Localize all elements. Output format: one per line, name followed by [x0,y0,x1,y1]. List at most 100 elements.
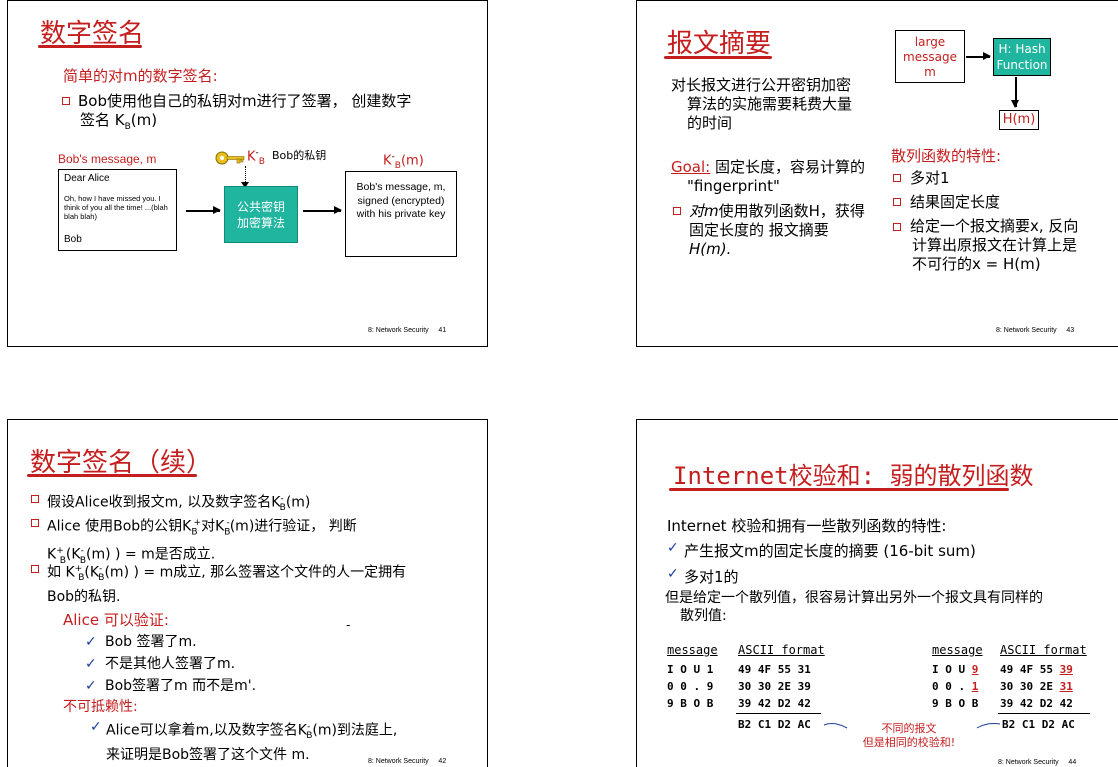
bullet-3-line-1: 如 K+B(K-B(m) ) = m成立, 那么签署这个文件的人一定拥有 [47,564,407,584]
intro: Internet 校验和拥有一些散列函数的特性: [667,517,947,535]
hash-bullet-line-3: H(m). [689,240,732,258]
right-row-1-msg: I O U 9 [932,663,979,676]
bullet-marker [893,223,901,231]
hash-function-label: H: Hash Function [996,42,1048,72]
checkmark-icon: ✓ [667,566,679,582]
property-2: 结果固定长度 [910,193,1001,211]
property-3: 给定一个报文摘要x, 反向 计算出原报文在计算上是 不可行的x = H(m) [910,217,1115,274]
bullet-line-1: Bob使用他自己的私钥对m进行了签署， 创建数字 [78,92,412,110]
hash-bullet-line-1: 对m使用散列函数H，获得 [689,202,865,220]
property-3-line-2: 计算出原报文在计算上是 [912,236,1078,254]
bullet-2-line-1: Alice 使用Bob的公钥KB+对KB-(m)进行验证， 判断 [47,518,357,538]
arrow-to-hash [966,53,991,59]
footer: 8: Network Security 42 [368,758,447,765]
bullet-marker [893,174,901,182]
slide-44: Internet校验和: 弱的散列函数 Internet 校验和拥有一些散列函数… [636,419,1118,767]
stray-dash: - [346,618,351,632]
algorithm-line-2: 加密算法 [236,216,285,230]
bullet-marker [31,519,39,527]
message-label: Bob's message, m [58,152,157,166]
right-row-1-hex: 49 4F 55 39 [1000,663,1073,676]
arrow-to-digest [1012,77,1018,108]
bullet-marker [62,97,70,105]
right-row-3-msg: 9 B O B [932,697,979,710]
algorithm-box: 公共密钥 加密算法 [224,186,298,243]
bullet-marker [31,565,39,573]
letter-box: Dear Alice Oh, how I have missed you. I … [58,169,177,251]
key-label: Bob的私钥 [272,149,327,162]
intro-line-3: 的时间 [687,114,733,132]
bullet-line-2: 签名 KB(m) [80,111,158,132]
bullet-marker [673,207,681,215]
properties-title: 散列函数的特性: [891,147,1002,165]
left-row-2-msg: 0 0 . 9 [667,680,714,693]
left-sum-rule [736,713,821,714]
bullet-3-line-2: Bob的私钥. [47,589,121,606]
checksum-property-1: 产生报文m的固定长度的摘要 (16-bit sum) [684,542,976,560]
footer: 8: Network Security 43 [996,327,1075,334]
left-row-1-hex: 49 4F 55 31 [738,663,811,676]
hash-function-box: H: Hash Function [993,38,1051,76]
bullet-3: 如 K+B(K-B(m) ) = m成立, 那么签署这个文件的人一定拥有 Bob… [47,560,477,607]
checkmark-icon: ✓ [90,719,102,735]
digest-label: H(m) [1002,112,1036,127]
bullet-marker [31,495,39,503]
goal-label: Goal: [671,158,711,176]
title-underline [669,488,1009,491]
right-sum-rule [998,713,1090,714]
intro-line-2: 算法的实施需要耗费大量 [687,95,853,113]
title-underline [38,45,142,48]
sum-note: 不同的报文 但是相同的校验和! [859,722,959,750]
bullet-text: Bob使用他自己的私钥对m进行了签署， 创建数字 签名 KB(m) [78,92,468,137]
result-box: Bob's message, m, signed (encrypted) wit… [345,171,457,257]
letter-body: Oh, how I have missed you. I think of yo… [64,194,168,221]
paragraph-line-2: 散列值: [680,608,727,624]
title-underline [27,474,197,477]
intro-line-1: 对长报文进行公开密钥加密 [671,76,852,94]
nonrepudiation-title: 不可抵赖性: [63,699,138,715]
paragraph-line-1: 但是给定一个散列值，很容易计算出另外一个报文具有同样的 [665,590,1043,606]
left-sum: B2 C1 D2 AC [738,718,811,731]
footer: 8: Network Security 44 [998,759,1077,766]
left-message-header: message [667,643,718,657]
algorithm-line-1: 公共密钥 [236,200,285,214]
intro-paragraph: 对长报文进行公开密钥加密 算法的实施需要耗费大量 的时间 [671,76,871,133]
checkmark-icon: ✓ [85,634,97,650]
hash-bullet-line-2: 固定长度的 报文摘要 [689,221,829,239]
slide-title: 报文摘要 [667,29,772,59]
property-1: 多对1 [910,169,950,187]
right-row-2-hex: 30 30 2E 31 [1000,680,1073,693]
right-ascii-header: ASCII format [1000,643,1087,657]
subtitle: 简单的对m的数字签名: [63,67,218,85]
large-message-label: large message m [903,35,957,79]
property-3-line-1: 给定一个报文摘要x, 反向 [910,217,1079,235]
letter-greeting: Dear Alice [64,173,110,184]
right-message-header: message [932,643,983,657]
left-row-3-hex: 39 42 D2 42 [738,697,811,710]
checkmark-icon: ✓ [85,678,97,694]
paragraph: 但是给定一个散列值，很容易计算出另外一个报文具有同样的 散列值: [665,589,1043,625]
title-underline [664,56,772,59]
nonrepudiation-line-1: Alice可以拿着m,以及数字签名K-B(m)到法庭上, [106,722,398,742]
left-ascii-header: ASCII format [738,643,825,657]
checkmark-icon: ✓ [85,656,97,672]
goal-text: Goal: 固定长度，容易计算的 "fingerprint" [671,158,881,196]
slide-42: 数字签名（续） 假设Alice收到报文m, 以及数字签名K-B(m) Alice… [7,419,488,767]
right-row-2-msg: 0 0 . 1 [932,680,979,693]
right-row-3-hex: 39 42 D2 42 [1000,697,1073,710]
bullet-marker [893,198,901,206]
result-text: Bob's message, m, signed (encrypted) wit… [356,181,446,220]
key-icon [215,150,247,170]
digest-box: H(m) [999,110,1039,130]
arrow-to-result [303,207,342,213]
left-row-1-msg: I O U 1 [667,663,714,676]
large-message-box: large message m [895,30,965,83]
checkmark-icon: ✓ [667,540,679,556]
left-row-2-hex: 30 30 2E 39 [738,680,811,693]
letter-sign: Bob [64,234,82,245]
slide-41: 数字签名 简单的对m的数字签名: Bob使用他自己的私钥对m进行了签署， 创建数… [7,0,488,347]
left-row-3-msg: 9 B O B [667,697,714,710]
sum-note-line-2: 但是相同的校验和! [862,736,956,749]
verify-item-1: Bob 签署了m. [105,634,197,650]
verify-item-2: 不是其他人签署了m. [105,656,236,672]
